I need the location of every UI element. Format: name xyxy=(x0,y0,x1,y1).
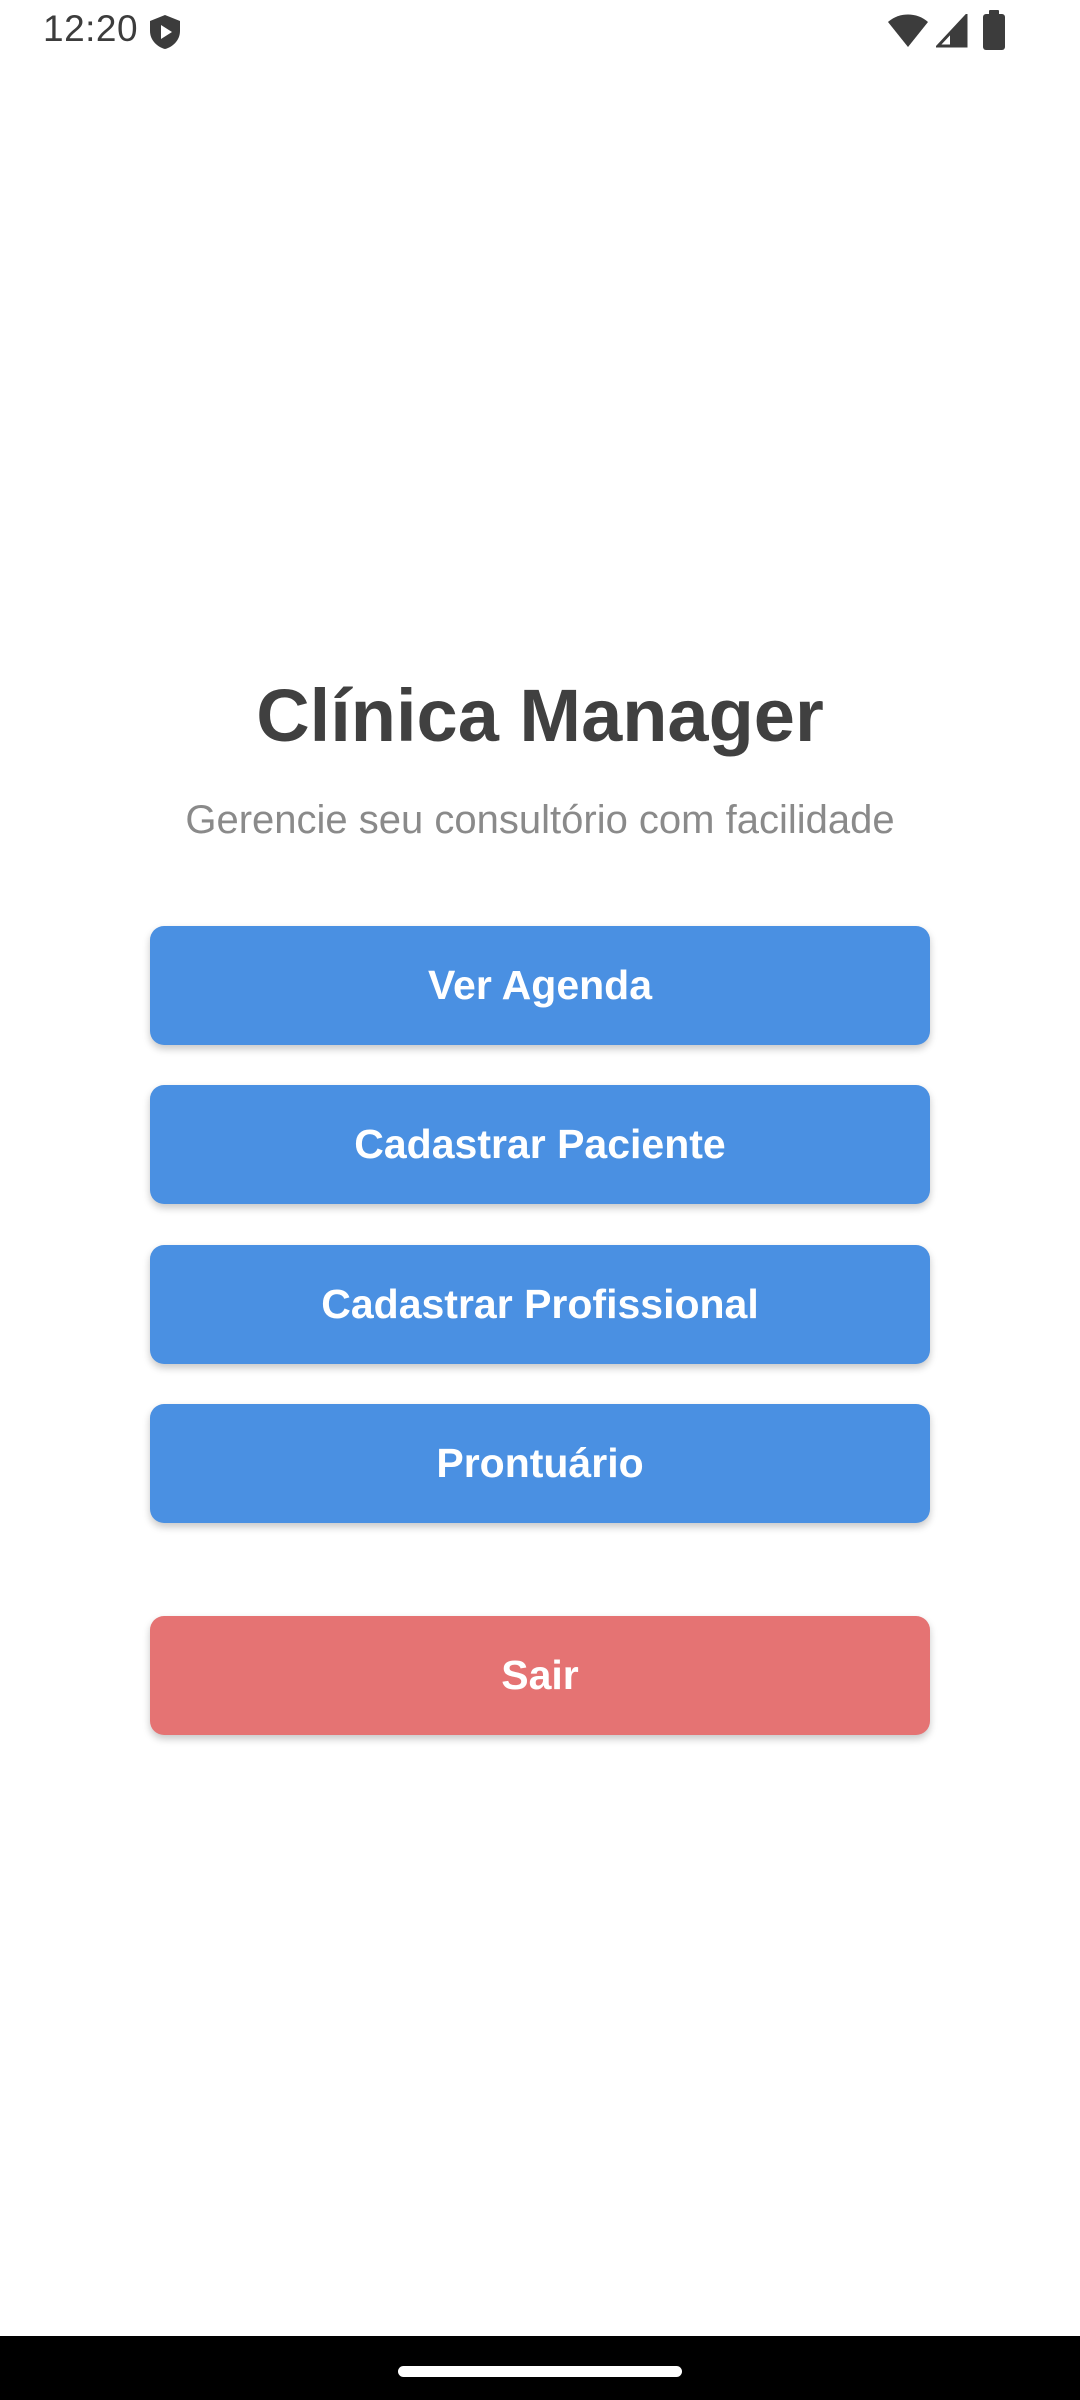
signal-icon xyxy=(936,14,968,48)
ver-agenda-button[interactable]: Ver Agenda xyxy=(150,926,930,1045)
shield-icon xyxy=(150,15,180,49)
battery-icon xyxy=(983,10,1005,50)
home-screen: 12:20 Clínica Manager Gerencie seu consu… xyxy=(0,0,1080,2400)
cadastrar-profissional-button[interactable]: Cadastrar Profissional xyxy=(150,1245,930,1364)
cadastrar-paciente-button[interactable]: Cadastrar Paciente xyxy=(150,1085,930,1204)
app-subtitle: Gerencie seu consultório com facilidade xyxy=(185,798,895,842)
home-gesture-handle[interactable] xyxy=(398,2366,682,2377)
app-title: Clínica Manager xyxy=(256,674,824,757)
prontuario-button[interactable]: Prontuário xyxy=(150,1404,930,1523)
status-bar: 12:20 xyxy=(0,0,1080,64)
sair-button[interactable]: Sair xyxy=(150,1616,930,1735)
wifi-icon xyxy=(888,14,928,47)
status-time: 12:20 xyxy=(43,8,139,49)
